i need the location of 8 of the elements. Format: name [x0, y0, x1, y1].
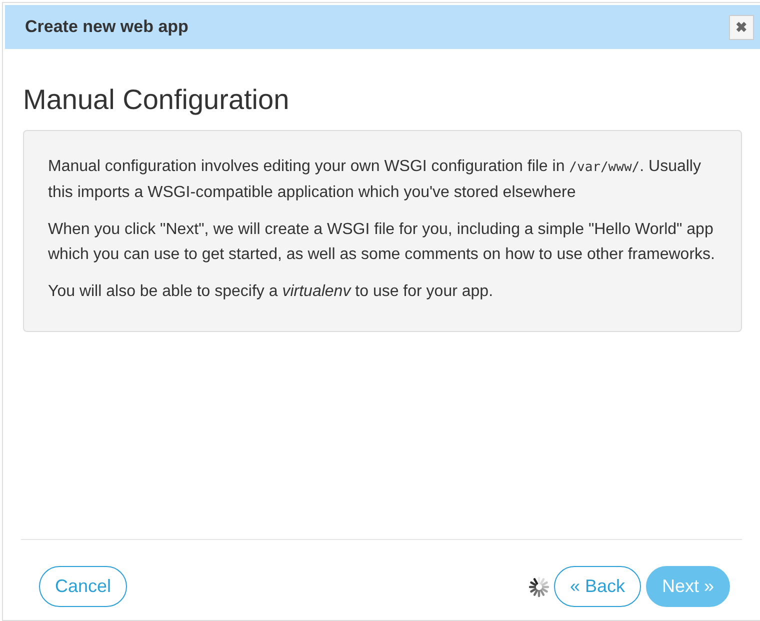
dialog-title: Create new web app — [25, 17, 188, 37]
info-paragraph: You will also be able to specify a virtualenv to use for your app. — [48, 282, 494, 302]
page-heading: Manual Configuration — [23, 84, 290, 116]
cancel-button[interactable]: Cancel — [39, 566, 128, 607]
info-paragraph: When you click "Next", we will create a WSGI file for you, including a simple "Hello World" app which you can use to get started, as well as some comments on how to use other frameworks. — [48, 220, 716, 265]
info-paragraph: Manual configuration involves editing your own WSGI configuration file in /var/www/. Usually this imports a WSGI-compatible application which you've stored elsewhere — [48, 157, 702, 203]
back-button[interactable]: « Back — [554, 566, 641, 607]
close-button[interactable]: ✖ — [729, 14, 754, 40]
